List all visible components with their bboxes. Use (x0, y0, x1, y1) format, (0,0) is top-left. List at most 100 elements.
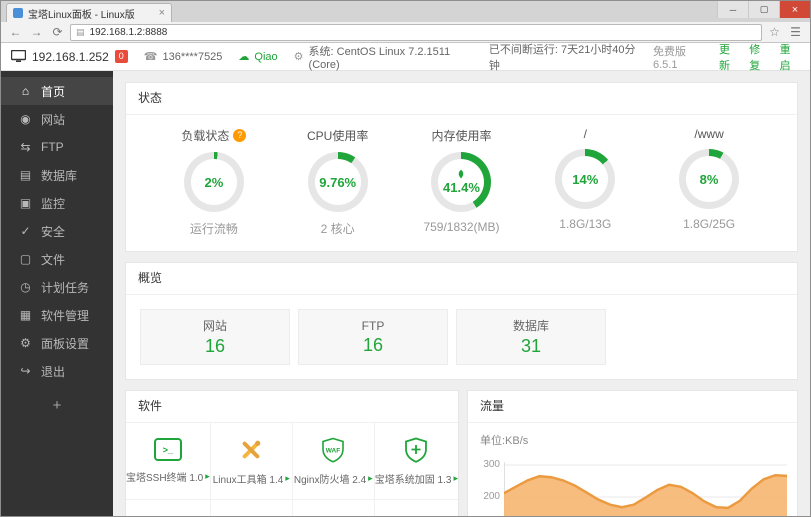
sidebar-item-cron[interactable]: ◷ 计划任务 (1, 273, 113, 301)
software-item-empty (293, 500, 375, 516)
server-ip-group[interactable]: 192.168.1.252 0 (11, 50, 128, 64)
bottom-row: 软件 宝塔SSH终端 1.0 Linux工具箱 1.4 (125, 390, 798, 516)
maximize-button[interactable]: ▢ (748, 1, 779, 18)
sidebar-item-sites[interactable]: ◉ 网站 (1, 105, 113, 133)
software-grid: 宝塔SSH终端 1.0 Linux工具箱 1.4 (126, 423, 458, 516)
gauge-donut: 14% (555, 149, 616, 209)
sidebar-item-database[interactable]: ▤ 数据库 (1, 161, 113, 189)
overview-box-database[interactable]: 数据库 31 (456, 309, 606, 365)
uptime-group: 已不间断运行: 7天21小时40分钟 (489, 41, 637, 73)
traffic-panel-title: 流量 (468, 391, 797, 423)
overview-panel: 概览 网站 16 FTP 16 数据库 31 (125, 262, 798, 380)
system-info: 系统: CentOS Linux 7.2.1511 (Core) (308, 45, 451, 71)
server-ip: 192.168.1.252 (32, 49, 109, 64)
sidebar-item-home[interactable]: ⌂ 首页 (1, 77, 113, 105)
repair-link[interactable]: 修复 (749, 41, 769, 73)
more-arrow-icon (285, 473, 290, 484)
software-item-linux-toolbox[interactable]: Linux工具箱 1.4 (210, 423, 293, 500)
software-item-ssh-terminal[interactable]: 宝塔SSH终端 1.0 (126, 423, 211, 500)
software-item-partial-1[interactable] (126, 500, 211, 516)
monitor-icon (11, 50, 26, 62)
settings-icon: ⚙ (20, 336, 31, 350)
sidebar-item-security[interactable]: ✓ 安全 (1, 217, 113, 245)
refresh-icon[interactable]: ⟳ (49, 26, 66, 38)
menu-icon[interactable]: ☰ (787, 26, 804, 38)
minimize-button[interactable]: ─ (717, 1, 748, 18)
gauge-sublabel: 1.8G/13G (559, 217, 612, 231)
url-text: 192.168.1.2:8888 (89, 26, 168, 38)
svg-text:WAF: WAF (326, 447, 340, 454)
y-axis-tick-label: 300 (483, 459, 500, 470)
memory-release-leaf-icon[interactable] (456, 169, 466, 179)
close-button[interactable]: × (779, 1, 810, 18)
sidebar-expand-button[interactable]: + (1, 397, 113, 414)
app-header: 192.168.1.252 0 ☎ 136****7525 ☁ Qiao ⚙ 系… (1, 41, 810, 73)
sidebar-item-label: FTP (41, 140, 64, 154)
software-icon: ▦ (19, 308, 32, 322)
version-label: 免费版 6.5.1 (652, 45, 686, 71)
shield-plus-icon (405, 437, 428, 463)
more-arrow-icon (205, 471, 210, 482)
sidebar-item-label: 监控 (41, 196, 66, 211)
software-item-label: Nginx防火墙 2.4 (293, 474, 367, 486)
body: ⌂ 首页 ◉ 网站 ⇆ FTP ▤ 数据库 ▣ 监控 ✓ 安全 ▢ 文件 ◷ 计… (1, 71, 810, 516)
sidebar-item-settings[interactable]: ⚙ 面板设置 (1, 329, 113, 357)
waf-shield-icon: WAF (322, 437, 345, 463)
sidebar-item-monitor[interactable]: ▣ 监控 (1, 189, 113, 217)
sidebar-item-software[interactable]: ▦ 软件管理 (1, 301, 113, 329)
update-link[interactable]: 更新 (719, 41, 739, 73)
gauge-donut: 2% (183, 152, 244, 212)
overview-box-ftp[interactable]: FTP 16 (298, 309, 448, 365)
gauge-cpu: CPU使用率 9.76% 2 核心 (282, 127, 394, 237)
software-item-partial-2[interactable] (211, 500, 293, 516)
toolbox-icon (242, 440, 261, 458)
site-icon: ◉ (20, 112, 31, 126)
sidebar-item-label: 首页 (41, 84, 66, 99)
sidebar-item-files[interactable]: ▢ 文件 (1, 245, 113, 273)
sidebar-item-ftp[interactable]: ⇆ FTP (1, 133, 113, 161)
sidebar-item-logout[interactable]: ↪ 退出 (1, 357, 113, 385)
favicon (13, 8, 23, 18)
overview-panel-title: 概览 (126, 263, 797, 295)
window-controls: ─ ▢ × (717, 1, 810, 18)
home-icon: ⌂ (21, 84, 30, 98)
phone-group[interactable]: ☎ 136****7525 (143, 50, 223, 64)
ftp-icon: ⇆ (20, 140, 31, 154)
gauge-label: /www (694, 127, 724, 141)
overview-value: 16 (204, 336, 226, 356)
message-badge[interactable]: 0 (114, 50, 128, 63)
overview-value: 31 (520, 336, 542, 356)
gauge-donut: 9.76% (307, 152, 368, 212)
overview-boxes: 网站 16 FTP 16 数据库 31 (126, 295, 797, 379)
sidebar-item-label: 文件 (41, 252, 66, 267)
software-panel-title: 软件 (126, 391, 458, 423)
sidebar-item-label: 安全 (41, 224, 66, 239)
software-item-label: 宝塔系统加固 1.3 (374, 474, 452, 486)
software-item-label: 宝塔SSH终端 1.0 (126, 473, 204, 484)
terminal-icon (153, 438, 182, 461)
traffic-chart-svg (504, 462, 787, 516)
uptime-text: 已不间断运行: 7天21小时40分钟 (488, 43, 636, 72)
overview-label: 数据库 (512, 319, 549, 333)
help-icon[interactable]: ? (233, 129, 247, 142)
software-item-nginx-waf[interactable]: WAF Nginx防火墙 2.4 (292, 423, 375, 500)
user-group[interactable]: ☁ Qiao (238, 50, 277, 64)
back-icon[interactable]: ← (7, 26, 24, 38)
gauge-label: / (583, 127, 587, 141)
forward-icon[interactable]: → (28, 26, 45, 38)
tab-close-icon[interactable]: × (159, 7, 165, 19)
gauge-label: 负载状态 (181, 129, 230, 143)
restart-link[interactable]: 重启 (780, 41, 800, 73)
software-item-system-hardening[interactable]: 宝塔系统加固 1.3 (374, 423, 458, 500)
browser-tab[interactable]: 宝塔Linux面板 - Linux版 × (6, 3, 172, 22)
security-icon: ✓ (20, 224, 31, 238)
browser-window: 宝塔Linux面板 - Linux版 × ─ ▢ × ← → ⟳ ▤ 192.1… (0, 0, 811, 517)
gauge-value: 2% (204, 174, 224, 190)
bookmark-star-icon[interactable]: ☆ (766, 26, 783, 38)
gear-icon: ⚙ (293, 51, 304, 63)
overview-box-sites[interactable]: 网站 16 (140, 309, 290, 365)
address-bar[interactable]: ▤ 192.168.1.2:8888 (70, 23, 762, 41)
phone-icon: ☎ (143, 51, 158, 63)
main-content: 状态 负载状态 ? 2% 运行流畅 CPU使用率 9.76% 2 核心 内存使用… (113, 71, 810, 516)
gauge-value: 41.4% (443, 180, 480, 195)
